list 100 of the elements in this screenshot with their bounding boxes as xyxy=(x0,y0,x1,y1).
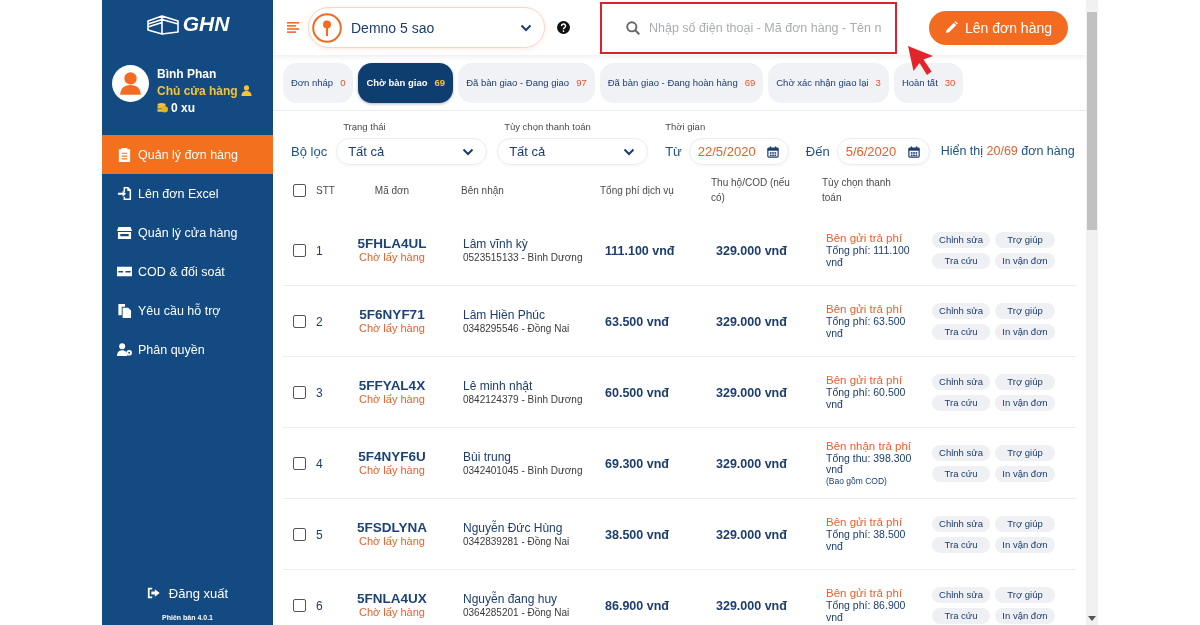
user-role: Chủ cửa hàng xyxy=(157,83,238,98)
user-gear-icon xyxy=(117,342,132,357)
lookup-button[interactable]: Tra cứu xyxy=(932,536,990,553)
status-tab[interactable]: Đã bàn giao - Đang hoàn hàng 69 xyxy=(599,62,764,103)
lookup-button[interactable]: Tra cứu xyxy=(932,394,990,411)
order-status: Chờ lấy hàng xyxy=(359,606,425,619)
column-header: STT xyxy=(316,183,336,198)
checkbox[interactable] xyxy=(293,456,306,470)
row-number: 1 xyxy=(316,244,323,258)
service-fee: 86.900 vnđ xyxy=(604,599,669,613)
recipient-name: Lâm Hiền Phúc xyxy=(463,307,546,323)
logout-button[interactable]: Đăng xuất xyxy=(146,583,229,603)
pencil-icon xyxy=(944,21,958,34)
result-count-text: Hiển thị 20/69 đơn hàng xyxy=(940,143,1075,160)
payment-payer: Bên gửi trả phí xyxy=(826,232,903,245)
help-button[interactable]: Trợ giúp xyxy=(995,302,1055,319)
edit-button[interactable]: Chỉnh sửa xyxy=(932,515,990,532)
menu-item[interactable]: Phân quyền xyxy=(102,330,273,369)
edit-button[interactable]: Chỉnh sửa xyxy=(932,373,990,390)
menu-item[interactable]: Lên đơn Excel xyxy=(102,174,273,213)
scrollbar-thumb[interactable] xyxy=(1087,12,1097,230)
checkbox[interactable] xyxy=(293,385,306,399)
date-label: Đến xyxy=(805,144,830,159)
cod-amount: 329.000 vnđ xyxy=(715,457,787,471)
menu-icon[interactable] xyxy=(287,22,299,33)
menu-item[interactable]: COD & đối soát xyxy=(102,252,273,291)
recipient-name: Lê minh nhật xyxy=(463,378,533,394)
menu-item[interactable]: Yêu cầu hỗ trợ xyxy=(102,291,273,330)
print-button[interactable]: In vận đơn xyxy=(995,465,1055,482)
service-fee: 63.500 vnđ xyxy=(604,315,669,329)
lookup-button[interactable]: Tra cứu xyxy=(932,607,990,624)
row-number: 2 xyxy=(316,315,323,329)
payment-payer: Bên nhận trả phí xyxy=(826,439,912,453)
row-number: 3 xyxy=(316,386,323,400)
recipient-contact: 0842124379 - Bình Dương xyxy=(463,393,583,406)
edit-button[interactable]: Chỉnh sửa xyxy=(932,302,990,319)
help-button[interactable]: Trợ giúp xyxy=(995,373,1055,390)
print-button[interactable]: In vận đơn xyxy=(995,323,1055,340)
column-header: Tổng phí dịch vụ xyxy=(600,183,675,198)
column-header: Thu hộ/COD (nếu có) xyxy=(711,176,791,205)
box-logo-icon xyxy=(145,13,180,35)
payment-total: Tổng phí: 60.500 vnđ xyxy=(826,387,907,410)
location-pin-icon xyxy=(312,12,342,43)
search-field[interactable]: Nhập số điện thoại - Mã đơn hàng - Tên n xyxy=(600,1,897,54)
edit-button[interactable]: Chỉnh sửa xyxy=(932,444,990,461)
payment-total: Tổng phí: 38.500 vnđ xyxy=(826,529,907,552)
recipient-name: Nguyễn Đức Hùng xyxy=(463,520,563,536)
status-tab[interactable]: Đã bàn giao - Đang giao 97 xyxy=(458,62,595,103)
checkbox[interactable] xyxy=(293,598,306,612)
status-tab[interactable]: Chờ bàn giao 69 xyxy=(358,62,454,103)
payment-total: Tổng phí: 86.900 vnđ xyxy=(826,600,907,623)
status-tab[interactable]: Đơn nháp 0 xyxy=(283,62,354,103)
service-fee: 38.500 vnđ xyxy=(604,528,669,542)
user-icon xyxy=(240,85,252,96)
edit-button[interactable]: Chỉnh sửa xyxy=(932,231,990,248)
print-button[interactable]: In vận đơn xyxy=(995,536,1055,553)
menu-item[interactable]: Quản lý cửa hàng xyxy=(102,213,273,252)
help-button[interactable]: Trợ giúp xyxy=(995,231,1055,248)
checkbox[interactable] xyxy=(293,243,306,257)
checkbox[interactable] xyxy=(293,314,306,328)
print-button[interactable]: In vận đơn xyxy=(995,252,1055,269)
chevron-down-icon xyxy=(623,147,636,156)
payment-payer: Bên gửi trả phí xyxy=(826,587,903,600)
service-fee: 69.300 vnđ xyxy=(604,457,669,471)
print-button[interactable]: In vận đơn xyxy=(995,607,1055,624)
edit-button[interactable]: Chỉnh sửa xyxy=(932,586,990,603)
file-import-icon xyxy=(117,186,132,201)
order-status: Chờ lấy hàng xyxy=(359,535,425,548)
store-icon xyxy=(117,225,132,240)
scroll-down-icon[interactable] xyxy=(1088,616,1096,621)
status-tab[interactable]: Chờ xác nhận giao lại 3 xyxy=(768,62,889,103)
help-icon[interactable] xyxy=(557,21,570,34)
help-button[interactable]: Trợ giúp xyxy=(995,586,1055,603)
chevron-down-icon xyxy=(520,23,532,32)
lookup-button[interactable]: Tra cứu xyxy=(932,323,990,340)
status-tab[interactable]: Hoàn tất 30 xyxy=(893,62,964,103)
column-header: Tùy chọn thanh toán xyxy=(822,176,892,205)
help-button[interactable]: Trợ giúp xyxy=(995,515,1055,532)
recipient-name: Bùi trung xyxy=(463,449,512,465)
order-code: 5FSDLYNA xyxy=(357,520,427,535)
print-button[interactable]: In vận đơn xyxy=(995,394,1055,411)
help-button[interactable]: Trợ giúp xyxy=(995,444,1055,461)
logo-text: GHN xyxy=(182,12,230,36)
search-icon xyxy=(626,20,640,35)
coins-icon xyxy=(157,102,168,113)
clipboard-icon xyxy=(117,147,132,162)
lookup-button[interactable]: Tra cứu xyxy=(932,465,990,482)
column-header: Bên nhận xyxy=(460,183,505,198)
documents-icon xyxy=(117,303,132,318)
scrollbar[interactable] xyxy=(1086,0,1098,625)
cod-amount: 329.000 vnđ xyxy=(715,315,787,329)
chevron-down-icon xyxy=(462,147,475,156)
checkbox[interactable] xyxy=(293,527,306,541)
row-number: 5 xyxy=(316,528,323,542)
recipient-contact: 0342839281 - Đồng Nai xyxy=(463,535,570,548)
checkbox[interactable] xyxy=(293,183,306,197)
order-code: 5F6NYF71 xyxy=(359,307,425,322)
lookup-button[interactable]: Tra cứu xyxy=(932,252,990,269)
cod-amount: 329.000 vnđ xyxy=(715,599,787,613)
payment-payer: Bên gửi trả phí xyxy=(826,374,903,387)
